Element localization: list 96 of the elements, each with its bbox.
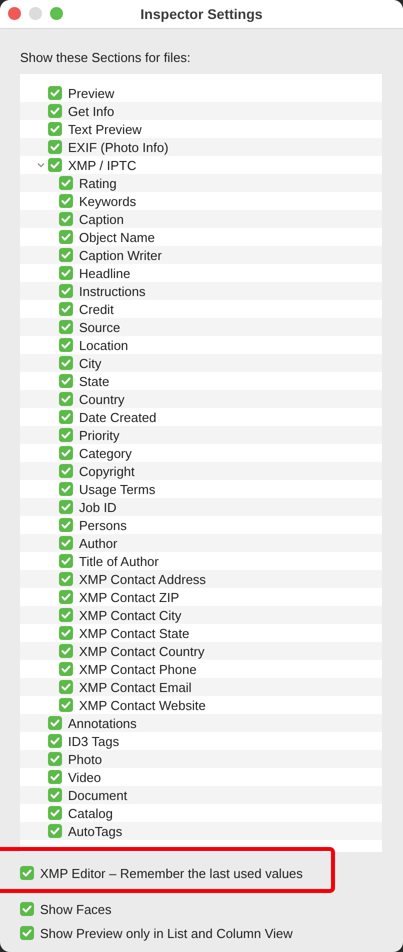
section-label: Catalog [68,806,113,820]
section-label: Rating [79,176,117,190]
section-label: XMP Contact Country [79,644,204,658]
section-label: ID3 Tags [68,734,120,748]
checkbox[interactable] [48,140,62,154]
section-label: Preview [68,86,114,100]
checkbox[interactable] [59,428,73,442]
checkbox[interactable] [59,698,73,712]
checkbox[interactable] [59,248,73,262]
checkbox[interactable] [59,410,73,424]
checkbox[interactable] [59,176,73,190]
checkbox[interactable] [59,302,73,316]
section-label: Job ID [79,500,117,514]
section-label: XMP / IPTC [68,158,136,172]
checkbox[interactable] [59,482,73,496]
checkbox[interactable] [48,716,62,730]
checkbox[interactable] [59,590,73,604]
section-label: Usage Terms [79,482,156,496]
section-label: Object Name [79,230,155,244]
checkbox[interactable] [48,158,62,172]
checkbox[interactable] [59,194,73,208]
section-label: AutoTags [68,824,122,838]
section-label: Photo [68,752,102,766]
section-label: XMP Contact ZIP [79,590,180,604]
section-label: Document [68,788,128,802]
section-label: Title of Author [79,554,159,568]
checkbox[interactable] [59,356,73,370]
disclosure-chevron-icon[interactable] [37,161,45,169]
section-label: Copyright [79,464,135,478]
checkbox[interactable] [59,518,73,532]
section-label: Instructions [79,284,146,298]
checkbox[interactable] [59,374,73,388]
checkbox[interactable] [48,806,62,820]
checkbox[interactable] [59,662,73,676]
checkbox[interactable] [59,680,73,694]
checkbox[interactable] [48,788,62,802]
checkbox[interactable] [59,446,73,460]
section-label: XMP Contact Website [79,698,206,712]
checkbox[interactable] [59,626,73,640]
checkbox[interactable] [59,536,73,550]
section-label: State [79,374,110,388]
checkbox[interactable] [59,284,73,298]
checkbox[interactable] [48,752,62,766]
checkbox[interactable] [48,824,62,838]
checkbox[interactable] [59,464,73,478]
section-label: Caption Writer [79,248,162,262]
section-label: Credit [79,302,114,316]
section-label: Location [79,338,128,352]
section-label: Annotations [68,716,137,730]
option-label: Show Faces [40,902,112,916]
section-label: Text Preview [68,122,142,136]
checkbox[interactable] [59,230,73,244]
section-label: Get Info [68,104,114,118]
checkbox[interactable] [20,926,34,940]
checkbox[interactable] [48,122,62,136]
checkbox[interactable] [20,902,34,916]
checkbox[interactable] [48,734,62,748]
section-label: EXIF (Photo Info) [68,140,168,154]
close-button[interactable] [8,7,21,20]
section-label: XMP Contact State [79,626,190,640]
section-label: XMP Contact Address [79,572,206,586]
section-label: XMP Contact Phone [79,662,197,676]
window-title: Inspector Settings [140,6,263,22]
section-label: XMP Contact Email [79,680,192,694]
section-label: Date Created [79,410,156,424]
section-label: Keywords [79,194,136,208]
checkbox[interactable] [59,320,73,334]
section-label: Caption [79,212,124,226]
section-label: Author [79,536,118,550]
checkbox[interactable] [59,554,73,568]
section-label: Priority [79,428,120,442]
section-heading: Show these Sections for files: [20,49,192,67]
checkbox[interactable] [59,212,73,226]
checkbox[interactable] [59,572,73,586]
section-label: Category [79,446,132,460]
checkbox[interactable] [59,608,73,622]
checkbox[interactable] [48,770,62,784]
zoom-button[interactable] [50,7,63,20]
checkbox[interactable] [59,500,73,514]
checkbox[interactable] [59,644,73,658]
option-label: XMP Editor – Remember the last used values [40,866,303,880]
section-label: Persons [79,518,127,532]
section-label: City [79,356,102,370]
option-label: Show Preview only in List and Column View [40,926,293,940]
section-label: Source [79,320,120,334]
checkbox[interactable] [20,866,34,880]
checkbox[interactable] [48,86,62,100]
section-label: Video [68,770,102,784]
checkbox[interactable] [59,392,73,406]
section-label: Headline [79,266,130,280]
section-label: Country [79,392,125,406]
minimize-button[interactable] [29,7,42,20]
checkbox[interactable] [59,338,73,352]
section-label: XMP Contact City [79,608,182,622]
checkbox[interactable] [48,104,62,118]
checkbox[interactable] [59,266,73,280]
